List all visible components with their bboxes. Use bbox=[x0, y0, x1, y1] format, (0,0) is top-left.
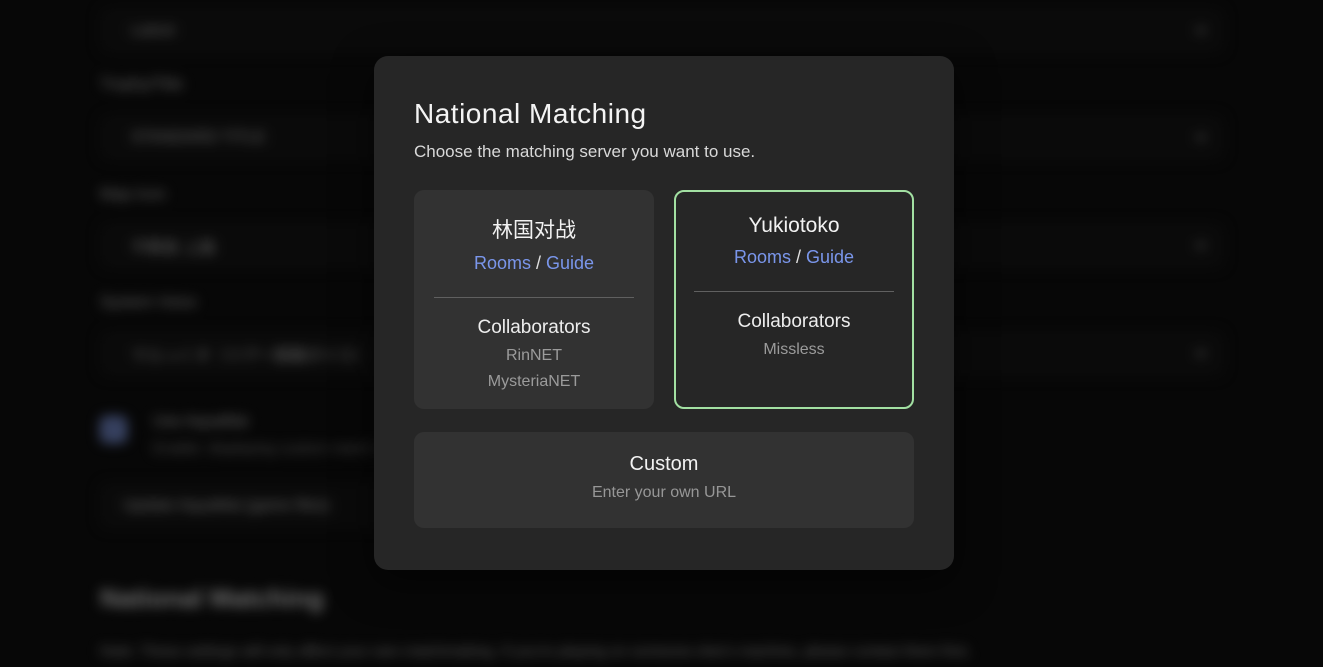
server-name: Yukiotoko bbox=[676, 214, 912, 238]
modal-subtitle: Choose the matching server you want to u… bbox=[414, 142, 914, 162]
collaborators-heading: Collaborators bbox=[676, 311, 912, 333]
link-separator: / bbox=[531, 253, 546, 273]
link-separator: / bbox=[791, 247, 806, 267]
collaborators-heading: Collaborators bbox=[414, 317, 654, 339]
server-name: 林国对战 bbox=[414, 214, 654, 244]
guide-link[interactable]: Guide bbox=[546, 253, 594, 273]
collaborator-name: MysteriaNET bbox=[414, 373, 654, 391]
server-options: 林国对战 Rooms / Guide Collaborators RinNET … bbox=[414, 190, 914, 409]
card-divider bbox=[434, 297, 634, 298]
national-matching-modal: National Matching Choose the matching se… bbox=[374, 56, 954, 570]
guide-link[interactable]: Guide bbox=[806, 247, 854, 267]
custom-server-title: Custom bbox=[414, 453, 914, 476]
collaborator-name: RinNET bbox=[414, 347, 654, 365]
server-card-yukiotoko[interactable]: Yukiotoko Rooms / Guide Collaborators Mi… bbox=[674, 190, 914, 409]
server-links: Rooms / Guide bbox=[676, 247, 912, 268]
rooms-link[interactable]: Rooms bbox=[734, 247, 791, 267]
server-links: Rooms / Guide bbox=[414, 253, 654, 274]
modal-title: National Matching bbox=[414, 98, 914, 130]
rooms-link[interactable]: Rooms bbox=[474, 253, 531, 273]
custom-server-card[interactable]: Custom Enter your own URL bbox=[414, 432, 914, 528]
collaborator-name: Missless bbox=[676, 341, 912, 359]
card-divider bbox=[694, 291, 894, 292]
server-card-linguoduizhan[interactable]: 林国对战 Rooms / Guide Collaborators RinNET … bbox=[414, 190, 654, 409]
custom-server-subtitle: Enter your own URL bbox=[414, 484, 914, 502]
